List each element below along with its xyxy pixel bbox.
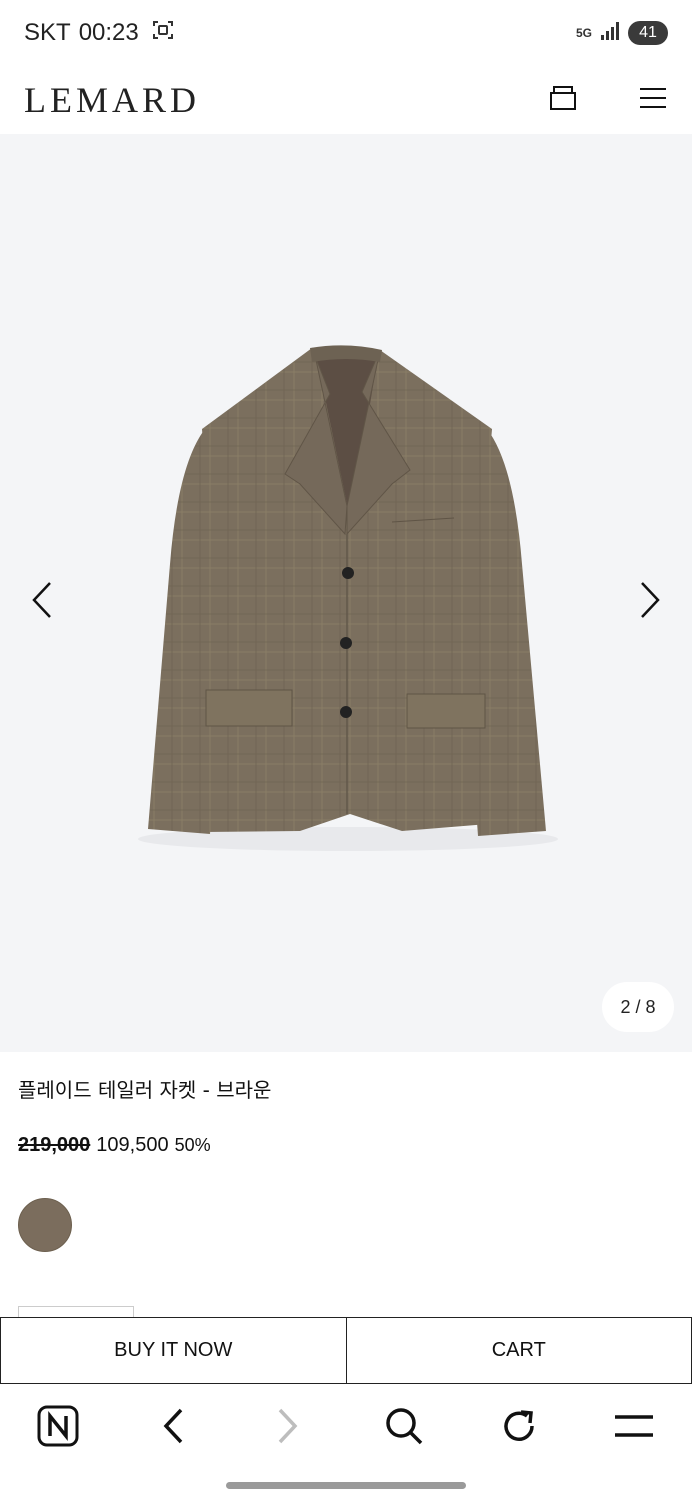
browser-search-button[interactable] [374, 1398, 434, 1458]
forward-icon [276, 1407, 300, 1450]
slide-counter: 2 / 8 [602, 982, 674, 1032]
buy-now-button[interactable]: BUY IT NOW [0, 1317, 347, 1384]
chevron-left-icon [30, 581, 54, 624]
naver-icon [36, 1404, 80, 1453]
network-5g-icon: 5G [575, 26, 592, 40]
chevron-right-icon [638, 581, 662, 624]
gallery-prev-button[interactable] [22, 581, 62, 624]
product-gallery[interactable]: 2 / 8 [0, 134, 692, 1052]
menu-icon [613, 1414, 655, 1443]
product-title: 플레이드 테일러 자켓 - 브라운 [18, 1078, 272, 1102]
menu-icon[interactable] [638, 86, 668, 115]
browser-menu-button[interactable] [604, 1398, 664, 1458]
purchase-action-bar: BUY IT NOW CART [0, 1317, 692, 1384]
sale-price: 109,500 [96, 1134, 169, 1156]
site-header: LEMARD [0, 66, 692, 134]
price-row: 219,000 109,500 50% [18, 1134, 211, 1157]
naver-home-button[interactable] [28, 1398, 88, 1458]
discount-rate: 50% [174, 1135, 211, 1155]
browser-refresh-button[interactable] [489, 1398, 549, 1458]
home-indicator[interactable] [226, 1482, 466, 1489]
search-icon [384, 1406, 424, 1451]
browser-toolbar [0, 1384, 692, 1472]
browser-forward-button[interactable] [258, 1398, 318, 1458]
cart-bag-icon[interactable] [548, 83, 578, 118]
product-image [138, 345, 558, 851]
brand-logo[interactable]: LEMARD [24, 79, 200, 121]
add-to-cart-button[interactable]: CART [346, 1317, 692, 1384]
signal-icon [600, 21, 620, 46]
battery-icon: 41 [628, 21, 668, 45]
carrier-label: SKT [24, 19, 71, 46]
screen-record-icon [151, 18, 175, 49]
refresh-icon [499, 1406, 539, 1451]
back-icon [161, 1407, 185, 1450]
status-time: 00:23 [78, 19, 139, 46]
original-price: 219,000 [18, 1134, 91, 1156]
gallery-next-button[interactable] [630, 581, 670, 624]
color-swatch-brown[interactable] [18, 1198, 72, 1252]
status-bar: SKT 00:23 5G 41 [0, 0, 692, 66]
browser-back-button[interactable] [143, 1398, 203, 1458]
